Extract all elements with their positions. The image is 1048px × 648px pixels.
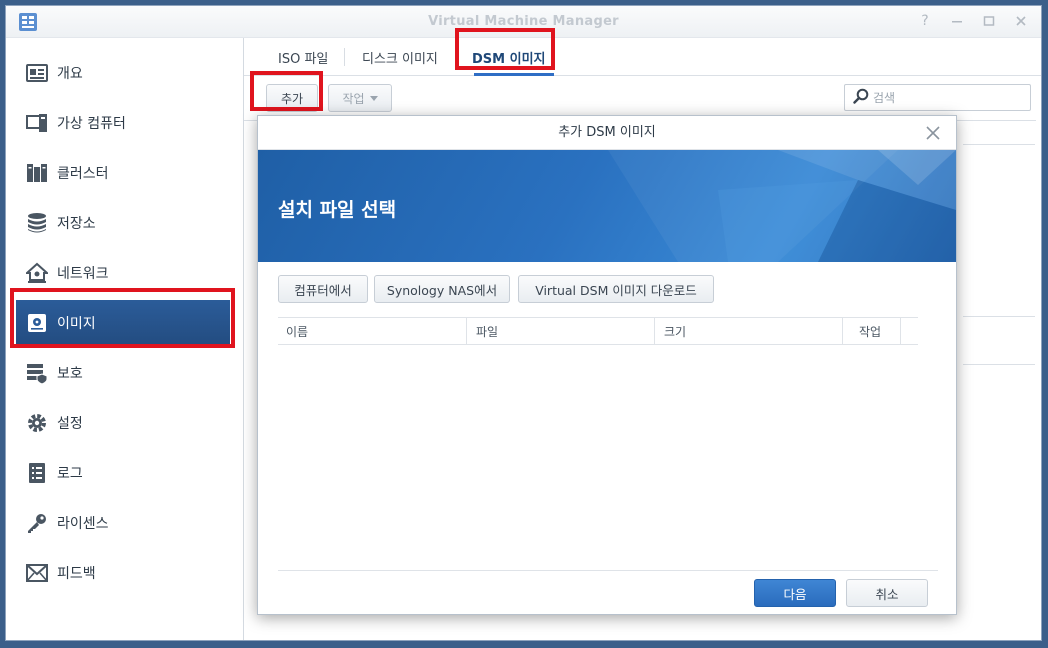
log-icon xyxy=(26,462,48,484)
grid-row-line xyxy=(963,364,1035,365)
sidebar-item-label: 저장소 xyxy=(57,216,96,232)
maximize-icon[interactable] xyxy=(981,13,997,29)
sidebar-item-protection[interactable]: 보호 xyxy=(16,350,230,396)
column-separator xyxy=(900,318,901,345)
from-nas-button[interactable]: Synology NAS에서 xyxy=(374,275,510,303)
sidebar-item-license[interactable]: 라이센스 xyxy=(16,500,230,546)
sidebar-item-label: 네트워크 xyxy=(57,266,109,282)
dialog-footer-divider xyxy=(278,570,938,571)
add-dsm-image-dialog: 추가 DSM 이미지 설치 파일 선택 컴퓨터에서 Synology NAS에서… xyxy=(257,115,957,615)
dialog-close-icon[interactable] xyxy=(924,124,942,142)
sidebar-item-network[interactable]: 네트워크 xyxy=(16,250,230,296)
window-title: Virtual Machine Manager xyxy=(428,14,619,29)
sidebar-item-label: 개요 xyxy=(57,66,83,82)
network-icon xyxy=(26,262,48,284)
action-button[interactable]: 작업 xyxy=(328,84,392,112)
column-separator xyxy=(842,318,843,345)
title-bar: Virtual Machine Manager ? xyxy=(6,6,1041,38)
tab-dsm-image[interactable]: DSM 이미지 xyxy=(472,48,546,67)
dialog-title: 추가 DSM 이미지 xyxy=(258,116,956,150)
cluster-icon xyxy=(26,162,48,184)
help-icon[interactable]: ? xyxy=(917,13,933,29)
action-button-label: 작업 xyxy=(342,91,365,106)
add-button[interactable]: 추가 xyxy=(266,84,318,112)
sidebar-item-label: 설정 xyxy=(57,416,83,432)
sidebar-item-label: 이미지 xyxy=(57,316,96,332)
column-separator xyxy=(654,318,655,345)
sidebar-item-label: 보호 xyxy=(57,366,83,382)
sidebar-item-label: 피드백 xyxy=(57,566,96,582)
protection-icon xyxy=(26,362,48,384)
search-placeholder: 검색 xyxy=(873,91,896,105)
next-button[interactable]: 다음 xyxy=(754,579,836,607)
tab-disk-image[interactable]: 디스크 이미지 xyxy=(362,48,438,67)
grid-row-line xyxy=(963,316,1035,317)
sidebar-item-label: 가상 컴퓨터 xyxy=(57,116,126,132)
window-controls: ? xyxy=(917,13,1029,29)
column-action[interactable]: 작업 xyxy=(859,323,881,340)
file-grid-header: 이름 파일 크기 작업 xyxy=(278,317,918,345)
column-size[interactable]: 크기 xyxy=(664,323,686,340)
cancel-button[interactable]: 취소 xyxy=(846,579,928,607)
banner-title: 설치 파일 선택 xyxy=(278,199,397,221)
overview-icon xyxy=(26,62,48,84)
settings-icon xyxy=(26,412,48,434)
column-file[interactable]: 파일 xyxy=(476,323,498,340)
chevron-down-icon xyxy=(369,91,378,105)
search-icon xyxy=(853,88,869,108)
sidebar-item-label: 라이센스 xyxy=(57,516,109,532)
tab-bar: ISO 파일 디스크 이미지 DSM 이미지 xyxy=(244,38,1041,76)
tab-separator xyxy=(456,48,457,66)
tab-iso-file[interactable]: ISO 파일 xyxy=(278,48,328,67)
storage-icon xyxy=(26,212,48,234)
search-input[interactable]: 검색 xyxy=(844,84,1031,111)
from-computer-button[interactable]: 컴퓨터에서 xyxy=(278,275,368,303)
sidebar-item-label: 로그 xyxy=(57,466,83,482)
active-tab-indicator xyxy=(474,73,554,76)
column-separator xyxy=(466,318,467,345)
sidebar-item-label: 클러스터 xyxy=(57,166,109,182)
sidebar-item-virtual-machine[interactable]: 가상 컴퓨터 xyxy=(16,100,230,146)
sidebar-item-overview[interactable]: 개요 xyxy=(16,50,230,96)
column-name[interactable]: 이름 xyxy=(286,323,308,340)
virtual-machine-icon xyxy=(26,112,48,134)
envelope-icon xyxy=(26,562,48,584)
sidebar-item-cluster[interactable]: 클러스터 xyxy=(16,150,230,196)
sidebar: 개요 가상 컴퓨터 클러스터 저장소 네트워크 이미지 보호 설정 로그 라이센… xyxy=(6,38,244,640)
sidebar-item-feedback[interactable]: 피드백 xyxy=(16,550,230,596)
tab-separator xyxy=(344,48,345,66)
download-virtual-dsm-button[interactable]: Virtual DSM 이미지 다운로드 xyxy=(518,275,714,303)
sidebar-item-settings[interactable]: 설정 xyxy=(16,400,230,446)
sidebar-item-image[interactable]: 이미지 xyxy=(16,300,230,346)
dialog-banner: 설치 파일 선택 xyxy=(258,150,956,262)
sidebar-item-storage[interactable]: 저장소 xyxy=(16,200,230,246)
grid-header-line xyxy=(963,144,1035,145)
minimize-icon[interactable] xyxy=(949,13,965,29)
close-icon[interactable] xyxy=(1013,13,1029,29)
license-key-icon xyxy=(26,512,48,534)
image-icon xyxy=(26,312,48,334)
sidebar-item-log[interactable]: 로그 xyxy=(16,450,230,496)
